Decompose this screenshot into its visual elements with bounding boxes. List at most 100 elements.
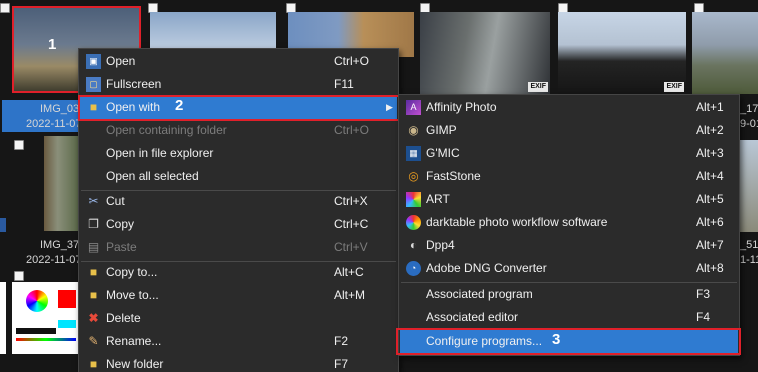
menu-item-shortcut: F3 <box>696 287 711 301</box>
menu-item-shortcut: F7 <box>334 357 349 371</box>
move-to-folder-icon: ■ <box>89 288 98 302</box>
menu-item-shortcut: F11 <box>334 77 354 91</box>
thumbnail-date: 9-01 <box>740 118 758 130</box>
color-wheel-icon <box>26 290 48 312</box>
color-bars <box>16 328 56 334</box>
menu-item-shortcut: Alt+5 <box>696 192 724 206</box>
new-folder-icon: ■ <box>89 357 98 371</box>
thumbnail-4[interactable]: EXIF <box>420 12 550 94</box>
thumbnail-7[interactable] <box>44 136 78 231</box>
thumbnail-checkbox[interactable] <box>14 271 24 281</box>
menu-item-paste[interactable]: ▤ Paste Ctrl+V <box>80 236 397 259</box>
menu-item-copy[interactable]: ❐ Copy Ctrl+C <box>80 213 397 236</box>
submenu-item-adobe-dng-converter[interactable]: ◔ Adobe DNG Converter Alt+8 <box>400 257 738 280</box>
menu-item-shortcut: Ctrl+O <box>334 123 370 137</box>
annotation-number-3: 3 <box>552 331 561 348</box>
thumbnail-checkbox[interactable] <box>0 3 10 13</box>
menu-item-shortcut: Alt+4 <box>696 169 724 183</box>
paste-icon: ▤ <box>87 240 100 254</box>
gimp-icon: ◉ <box>408 123 419 137</box>
delete-icon: ✖ <box>88 311 99 325</box>
submenu-item-art[interactable]: ART Alt+5 <box>400 188 738 211</box>
thumbnail-checkbox[interactable] <box>14 140 24 150</box>
faststone-icon: ◎ <box>408 169 419 183</box>
thumbnail-6[interactable] <box>692 12 758 94</box>
affinity-photo-icon: A <box>406 100 421 115</box>
menu-item-shortcut: F4 <box>696 310 711 324</box>
menu-item-new-folder[interactable]: ■ New folder F7 <box>80 353 397 372</box>
menu-item-cut[interactable]: ✂ Cut Ctrl+X <box>80 190 397 213</box>
menu-item-label: Move to... <box>106 288 159 302</box>
menu-item-label: Cut <box>106 194 125 208</box>
color-swatch <box>58 320 76 328</box>
menu-item-label: darktable photo workflow software <box>426 215 608 229</box>
submenu-item-associated-editor[interactable]: Associated editor F4 <box>400 306 738 329</box>
menu-item-move-to[interactable]: ■ Move to... Alt+M <box>80 284 397 307</box>
menu-item-shortcut: F2 <box>334 334 349 348</box>
menu-item-open-all-selected[interactable]: Open all selected <box>80 165 397 188</box>
menu-item-open-in-file-explorer[interactable]: Open in file explorer <box>80 142 397 165</box>
menu-item-rename[interactable]: ✎ Rename... F2 <box>80 330 397 353</box>
thumbnail-8[interactable] <box>740 140 758 232</box>
submenu-item-dpp4[interactable]: ◐ Dpp4 Alt+7 <box>400 234 738 257</box>
menu-item-label: Open all selected <box>106 169 199 183</box>
annotation-box-2 <box>78 95 400 121</box>
menu-item-open[interactable]: ▣ Open Ctrl+O <box>80 50 397 73</box>
menu-item-label: Open <box>106 54 136 68</box>
menu-item-label: ART <box>426 192 450 206</box>
thumbnail-caption: _51 <box>740 239 758 251</box>
menu-item-shortcut: Alt+7 <box>696 238 724 252</box>
menu-item-open-containing-folder[interactable]: Open containing folder Ctrl+O <box>80 119 397 142</box>
menu-item-delete[interactable]: ✖ Delete <box>80 307 397 330</box>
submenu-item-darktable[interactable]: darktable photo workflow software Alt+6 <box>400 211 738 234</box>
color-swatch <box>58 290 76 308</box>
submenu-item-faststone[interactable]: ◎ FastStone Alt+4 <box>400 165 738 188</box>
menu-item-shortcut: Ctrl+O <box>334 54 370 68</box>
menu-item-fullscreen[interactable]: ▢ Fullscreen F11 <box>80 73 397 96</box>
menu-item-label: Associated program <box>426 287 533 301</box>
thumbnail-side-edge <box>0 218 6 232</box>
menu-item-label: G'MIC <box>426 146 460 160</box>
submenu-item-gimp[interactable]: ◉ GIMP Alt+2 <box>400 119 738 142</box>
image-icon: ▣ <box>86 54 101 69</box>
menu-item-shortcut: Ctrl+X <box>334 194 368 208</box>
menu-item-copy-to[interactable]: ■ Copy to... Alt+C <box>80 261 397 284</box>
scissors-icon: ✂ <box>88 194 99 208</box>
submenu-item-associated-program[interactable]: Associated program F3 <box>400 283 738 306</box>
annotation-number-1: 1 <box>48 36 57 53</box>
thumbnail-caption: _17 <box>740 103 758 115</box>
menu-item-shortcut: Ctrl+V <box>334 240 368 254</box>
thumbnail-5[interactable]: EXIF <box>558 12 686 94</box>
rename-icon: ✎ <box>88 334 99 348</box>
menu-item-label: Copy to... <box>106 265 158 279</box>
dpp4-icon: ◐ <box>409 238 418 252</box>
menu-item-label: Rename... <box>106 334 162 348</box>
thumbnail-date: 1-11 <box>740 254 758 266</box>
copy-icon: ❐ <box>88 217 99 231</box>
annotation-number-2: 2 <box>175 97 184 114</box>
thumbnail-caption: IMG_03 <box>40 103 80 115</box>
exif-badge: EXIF <box>528 82 548 92</box>
menu-item-shortcut: Alt+2 <box>696 123 724 137</box>
thumbnail-caption: IMG_37 <box>40 239 80 251</box>
submenu-item-gmic[interactable]: ▦ G'MIC Alt+3 <box>400 142 738 165</box>
thumbnail-date: 2022-11-07 <box>26 118 82 130</box>
submenu-item-affinity-photo[interactable]: A Affinity Photo Alt+1 <box>400 96 738 119</box>
thumbnail-edge <box>0 282 6 354</box>
darktable-icon <box>406 215 421 230</box>
thumbnail-9[interactable] <box>12 282 78 354</box>
art-icon <box>406 192 421 207</box>
menu-item-label: Affinity Photo <box>426 100 497 114</box>
menu-item-shortcut: Alt+C <box>334 265 364 279</box>
copy-to-folder-icon: ■ <box>89 265 98 279</box>
menu-item-label: Copy <box>106 217 135 231</box>
menu-item-label: Adobe DNG Converter <box>426 261 547 275</box>
menu-item-label: Associated editor <box>426 310 519 324</box>
menu-item-shortcut: Alt+M <box>334 288 366 302</box>
menu-item-shortcut: Alt+8 <box>696 261 724 275</box>
menu-item-label: Open in file explorer <box>106 146 214 160</box>
menu-item-shortcut: Alt+1 <box>696 100 724 114</box>
menu-item-label: Open containing folder <box>106 123 227 137</box>
menu-item-shortcut: Alt+3 <box>696 146 724 160</box>
menu-item-label: Dpp4 <box>426 238 455 252</box>
